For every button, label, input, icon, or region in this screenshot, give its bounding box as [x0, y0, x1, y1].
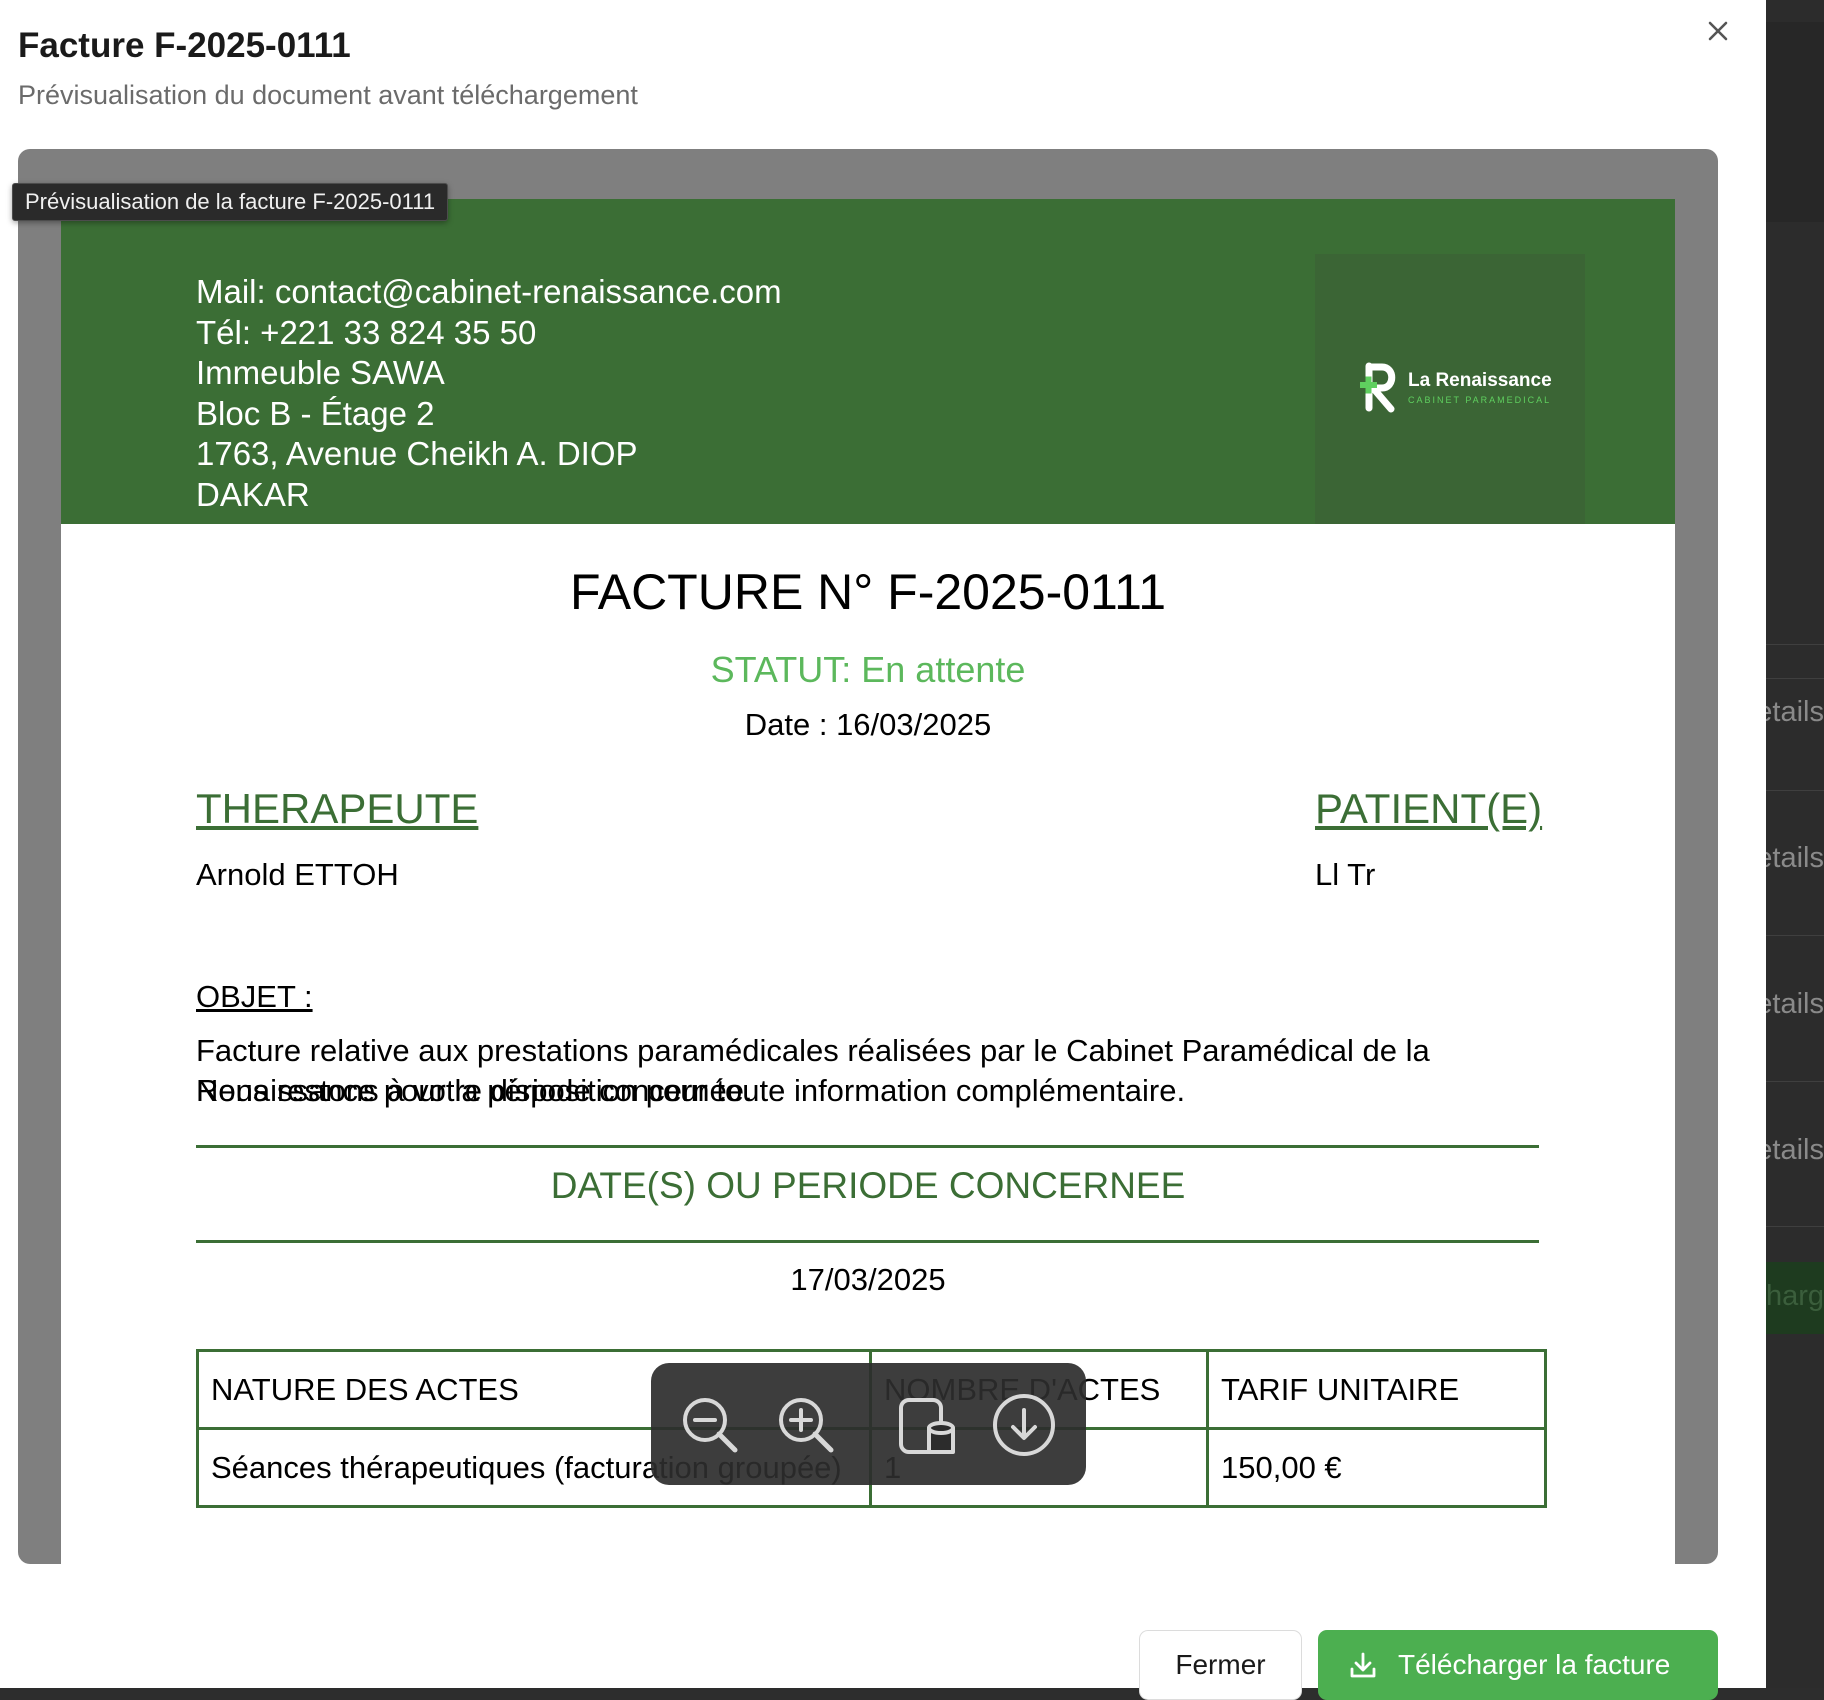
- invoice-date: Date : 16/03/2025: [744, 707, 992, 742]
- close-button[interactable]: Fermer: [1139, 1630, 1302, 1700]
- period-title: DATE(S) OU PERIODE CONCERNEE: [550, 1165, 1186, 1206]
- pdf-viewer[interactable]: Mail: contact@cabinet-renaissance.com Té…: [18, 149, 1718, 1564]
- background-divider: [1766, 678, 1824, 679]
- download-invoice-button[interactable]: Télécharger la facture: [1318, 1630, 1718, 1700]
- background-row-text: etails: [1766, 1134, 1824, 1166]
- background-row-text: etails: [1766, 696, 1824, 728]
- download-invoice-label: Télécharger la facture: [1398, 1649, 1671, 1680]
- logo-name: La Renaissance: [1408, 370, 1552, 391]
- objet-label: OBJET :: [196, 979, 313, 1014]
- background-divider: [1766, 644, 1824, 645]
- contact-block: Mail: contact@cabinet-renaissance.com Té…: [196, 272, 782, 516]
- contact-street: 1763, Avenue Cheikh A. DIOP: [196, 435, 638, 473]
- download-icon: [1350, 1652, 1376, 1678]
- rotate-icon[interactable]: [895, 1392, 961, 1458]
- invoice-status: STATUT: En attente: [710, 649, 1026, 690]
- invoice-page: Mail: contact@cabinet-renaissance.com Té…: [61, 199, 1675, 1564]
- contact-email: Mail: contact@cabinet-renaissance.com: [196, 273, 782, 310]
- invoice-preview-modal: Facture F-2025-0111 Prévisualisation du …: [0, 0, 1766, 1700]
- viewer-toolbar: [651, 1363, 1086, 1485]
- contact-city: DAKAR: [196, 475, 310, 513]
- patient-name: Ll Tr: [1315, 857, 1376, 892]
- background-divider: [1766, 935, 1824, 936]
- viewer-tooltip: Prévisualisation de la facture F-2025-01…: [12, 183, 449, 221]
- background-row-text: etails: [1766, 842, 1824, 874]
- patient-heading: PATIENT(E): [1315, 785, 1543, 832]
- therapist-name: Arnold ETTOH: [196, 857, 399, 892]
- background-panel: [1766, 22, 1824, 222]
- period-date: 17/03/2025: [790, 1262, 946, 1297]
- background-divider: [1766, 1081, 1824, 1082]
- logo-mark-icon: [1360, 362, 1396, 413]
- background-divider: [1766, 1226, 1824, 1227]
- objet-closing-text: Nous restons à votre disposition pour to…: [196, 1073, 1186, 1108]
- clinic-logo: La Renaissance CABINET PARAMEDICAL: [1315, 254, 1585, 524]
- background-app: etails etails etails etails harg: [1766, 0, 1824, 1688]
- download-icon[interactable]: [991, 1392, 1057, 1458]
- section-rule: [196, 1145, 1539, 1148]
- zoom-out-icon[interactable]: [677, 1392, 743, 1458]
- invoice-title: FACTURE N° F-2025-0111: [569, 564, 1167, 620]
- contact-floor: Bloc B - Étage 2: [196, 394, 435, 432]
- modal-title: Facture F-2025-0111: [18, 26, 351, 65]
- logo-tagline: CABINET PARAMEDICAL: [1408, 395, 1552, 405]
- table-cell-price: 150,00 €: [1206, 1427, 1547, 1508]
- background-row-text: etails: [1766, 988, 1824, 1020]
- section-rule: [196, 1240, 1539, 1243]
- contact-building: Immeuble SAWA: [196, 354, 445, 392]
- contact-phone: Tél: +221 33 824 35 50: [196, 313, 537, 351]
- background-divider: [1766, 790, 1824, 791]
- invoice-header: Mail: contact@cabinet-renaissance.com Té…: [61, 199, 1675, 524]
- therapist-heading: THERAPEUTE: [196, 785, 479, 832]
- close-icon[interactable]: [1697, 10, 1739, 52]
- background-download-button: harg: [1766, 1262, 1824, 1334]
- zoom-in-icon[interactable]: [773, 1392, 839, 1458]
- table-header-price: TARIF UNITAIRE: [1206, 1349, 1547, 1430]
- modal-subtitle: Prévisualisation du document avant téléc…: [18, 80, 638, 110]
